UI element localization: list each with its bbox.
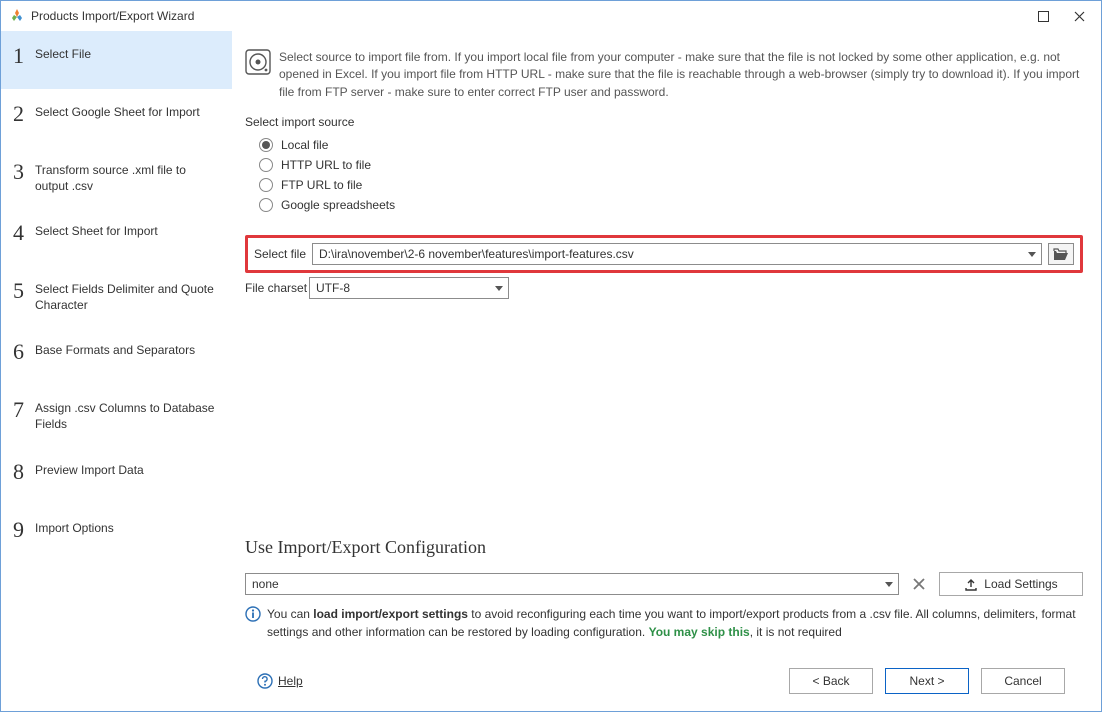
radio-input[interactable]	[259, 178, 273, 192]
config-block: Use Import/Export Configuration	[245, 537, 1083, 641]
close-icon	[913, 578, 925, 590]
intro-text: Select source to import file from. If yo…	[279, 49, 1083, 101]
help-icon	[257, 673, 273, 689]
wizard-window: Products Import/Export Wizard 1 Select F…	[0, 0, 1102, 712]
step-7-assign-columns[interactable]: 7 Assign .csv Columns to Database Fields	[1, 385, 232, 446]
step-5-delimiter[interactable]: 5 Select Fields Delimiter and Quote Char…	[1, 266, 232, 327]
step-1-select-file[interactable]: 1 Select File	[1, 31, 232, 89]
charset-dropdown[interactable]	[490, 278, 508, 298]
intro-block: Select source to import file from. If yo…	[245, 49, 1083, 101]
disk-icon	[245, 49, 271, 75]
step-2-select-google-sheet[interactable]: 2 Select Google Sheet for Import	[1, 89, 232, 147]
folder-open-icon	[1053, 248, 1069, 261]
close-button[interactable]	[1061, 2, 1097, 30]
config-heading: Use Import/Export Configuration	[245, 537, 1083, 558]
footer: Help < Back Next > Cancel	[245, 651, 1083, 711]
browse-file-button[interactable]	[1048, 243, 1074, 265]
help-link[interactable]: Help	[257, 673, 303, 689]
file-path-combo[interactable]	[312, 243, 1042, 265]
step-9-options[interactable]: 9 Import Options	[1, 505, 232, 563]
step-8-preview[interactable]: 8 Preview Import Data	[1, 447, 232, 505]
maximize-button[interactable]	[1025, 2, 1061, 30]
radio-local-file[interactable]: Local file	[259, 138, 1083, 152]
step-4-select-sheet[interactable]: 4 Select Sheet for Import	[1, 208, 232, 266]
back-button[interactable]: < Back	[789, 668, 873, 694]
radio-input[interactable]	[259, 158, 273, 172]
upload-icon	[964, 577, 978, 591]
wizard-steps-sidebar: 1 Select File 2 Select Google Sheet for …	[1, 31, 233, 711]
import-source-heading: Select import source	[245, 115, 1083, 129]
radio-input[interactable]	[259, 198, 273, 212]
config-tip: You can load import/export settings to a…	[245, 606, 1083, 641]
file-path-dropdown[interactable]	[1023, 244, 1041, 264]
cancel-button[interactable]: Cancel	[981, 668, 1065, 694]
charset-input[interactable]	[310, 279, 490, 297]
load-settings-button[interactable]: Load Settings	[939, 572, 1083, 596]
radio-ftp-url[interactable]: FTP URL to file	[259, 178, 1083, 192]
radio-input[interactable]	[259, 138, 273, 152]
radio-google-sheets[interactable]: Google spreadsheets	[259, 198, 1083, 212]
config-input[interactable]	[246, 575, 880, 593]
caret-down-icon	[885, 582, 893, 587]
charset-row: File charset	[245, 277, 1083, 299]
caret-down-icon	[495, 286, 503, 291]
titlebar: Products Import/Export Wizard	[1, 1, 1101, 31]
file-path-input[interactable]	[313, 245, 1023, 263]
charset-label: File charset	[245, 281, 309, 295]
step-3-transform-xml[interactable]: 3 Transform source .xml file to output .…	[1, 147, 232, 208]
radio-http-url[interactable]: HTTP URL to file	[259, 158, 1083, 172]
charset-combo[interactable]	[309, 277, 509, 299]
clear-config-button[interactable]	[907, 572, 931, 596]
window-title: Products Import/Export Wizard	[31, 9, 194, 23]
select-file-label: Select file	[254, 247, 312, 261]
config-dropdown[interactable]	[880, 574, 898, 594]
info-icon	[245, 606, 261, 622]
app-icon	[9, 8, 25, 24]
config-combo[interactable]	[245, 573, 899, 595]
config-tip-text: You can load import/export settings to a…	[267, 606, 1077, 641]
step-6-formats[interactable]: 6 Base Formats and Separators	[1, 327, 232, 385]
main-panel: Select source to import file from. If yo…	[233, 31, 1101, 711]
caret-down-icon	[1028, 252, 1036, 257]
select-file-highlight: Select file	[245, 235, 1083, 273]
next-button[interactable]: Next >	[885, 668, 969, 694]
